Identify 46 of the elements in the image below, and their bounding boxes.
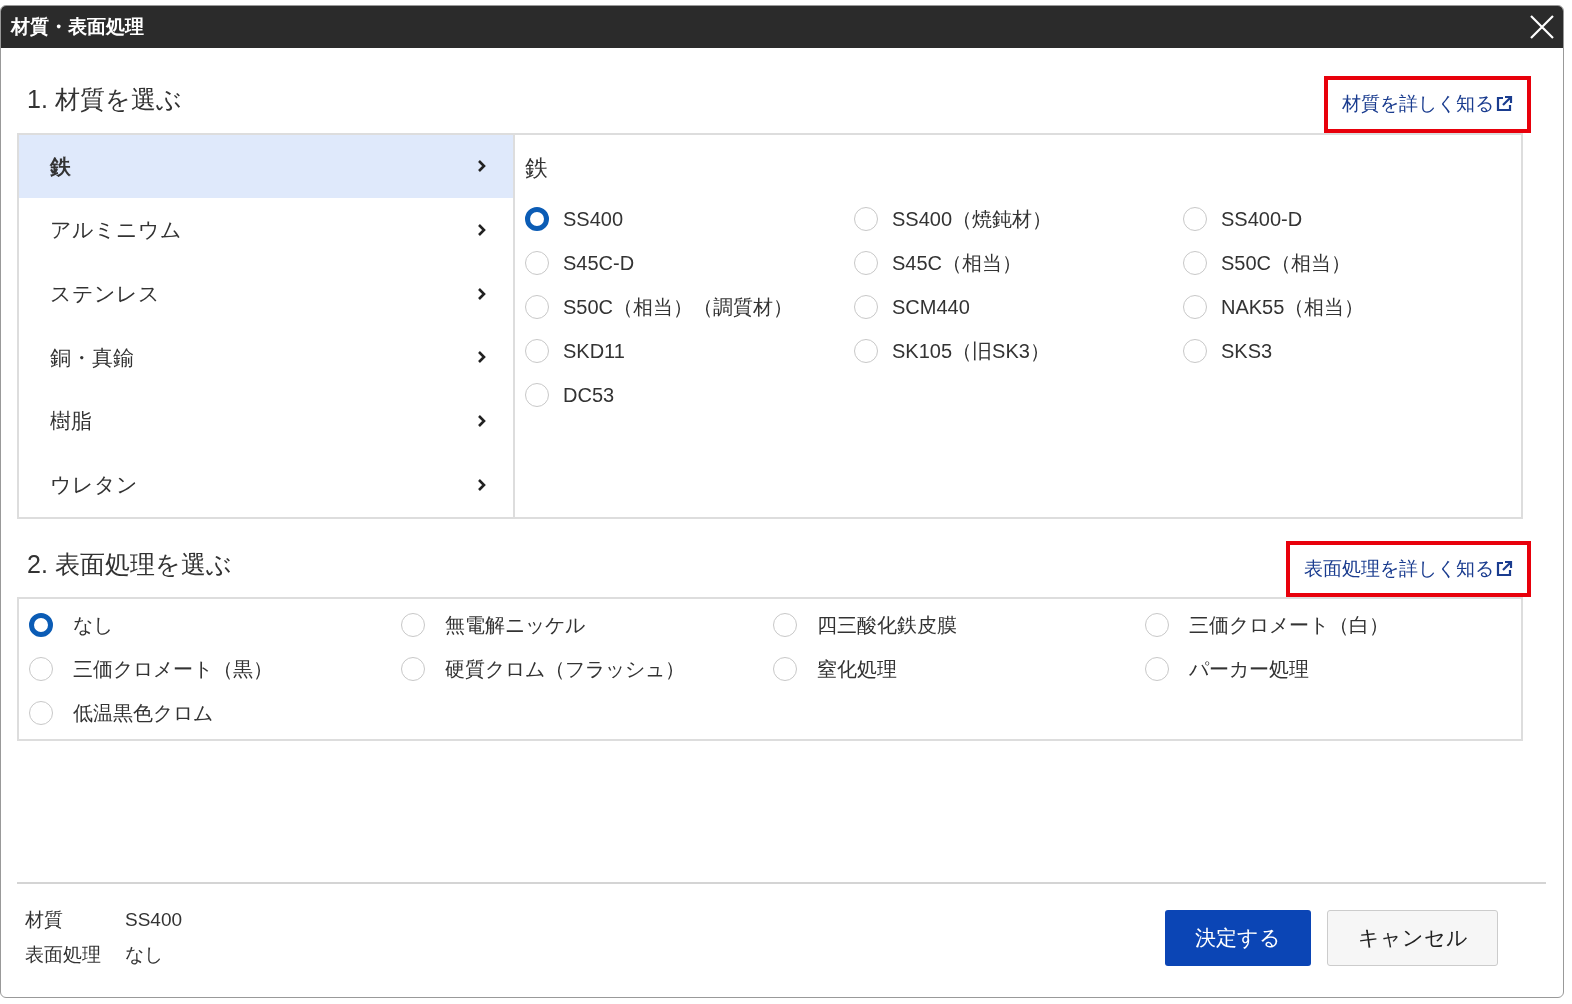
option-label: 四三酸化鉄皮膜 xyxy=(817,613,957,638)
close-icon[interactable] xyxy=(1529,14,1555,40)
chevron-right-icon xyxy=(477,414,487,428)
option-label: 三価クロメート（黒） xyxy=(73,657,273,682)
external-link-icon xyxy=(1495,95,1513,114)
chevron-right-icon xyxy=(477,477,487,492)
cancel-button[interactable]: キャンセル xyxy=(1327,909,1498,966)
option-label: NAK55（相当） xyxy=(1221,295,1365,320)
external-link-icon xyxy=(1495,559,1513,578)
category-item[interactable]: 鉄 xyxy=(19,134,513,199)
option-label: SCM440 xyxy=(892,295,970,320)
option-label: なし xyxy=(73,613,113,638)
chevron-right-icon xyxy=(477,223,487,237)
section-heading: 2. 表面処理を選ぶ xyxy=(26,548,232,580)
option-label: SS400 xyxy=(563,207,624,232)
summary-label: 材質 xyxy=(25,908,64,932)
confirm-button[interactable]: 決定する xyxy=(1165,909,1311,966)
option-label: 三価クロメート（白） xyxy=(1189,613,1389,638)
details-link[interactable]: 材質を詳しく知る xyxy=(1342,90,1513,119)
option-label: 無電解ニッケル xyxy=(445,613,585,638)
option-label: S50C（相当） xyxy=(1221,251,1352,276)
summary-value: なし xyxy=(125,942,164,967)
summary-label: 表面処理 xyxy=(25,942,102,967)
option-label: SKS3 xyxy=(1221,339,1273,364)
group-title: 鉄 xyxy=(525,153,549,183)
radio-button[interactable] xyxy=(525,207,549,231)
option-label: S45C（相当） xyxy=(892,251,1023,276)
option-label: S45C-D xyxy=(563,251,635,276)
option-label: SKD11 xyxy=(563,339,625,364)
section-heading: 1. 材質を選ぶ xyxy=(26,84,182,115)
option-label: SS400（焼鈍材） xyxy=(892,207,1053,232)
option-label: 窒化処理 xyxy=(817,657,897,682)
window-title: 材質・表面処理 xyxy=(11,14,144,39)
option-label: S50C（相当）（調質材） xyxy=(563,295,794,320)
radio-button[interactable] xyxy=(29,613,53,637)
chevron-right-icon xyxy=(477,350,487,365)
option-label: パーカー処理 xyxy=(1189,657,1309,682)
option-label: SS400-D xyxy=(1221,207,1303,232)
chevron-right-icon xyxy=(477,286,487,301)
option-label: DC53 xyxy=(563,383,615,408)
details-link[interactable]: 表面処理を詳しく知る xyxy=(1304,554,1513,583)
option-label: SK105（旧SK3） xyxy=(892,339,1050,364)
option-label: 硬質クロム（フラッシュ） xyxy=(445,657,685,682)
option-label: 低温黒色クロム xyxy=(73,701,213,726)
chevron-right-icon xyxy=(477,159,487,174)
summary-value: SS400 xyxy=(125,908,183,932)
